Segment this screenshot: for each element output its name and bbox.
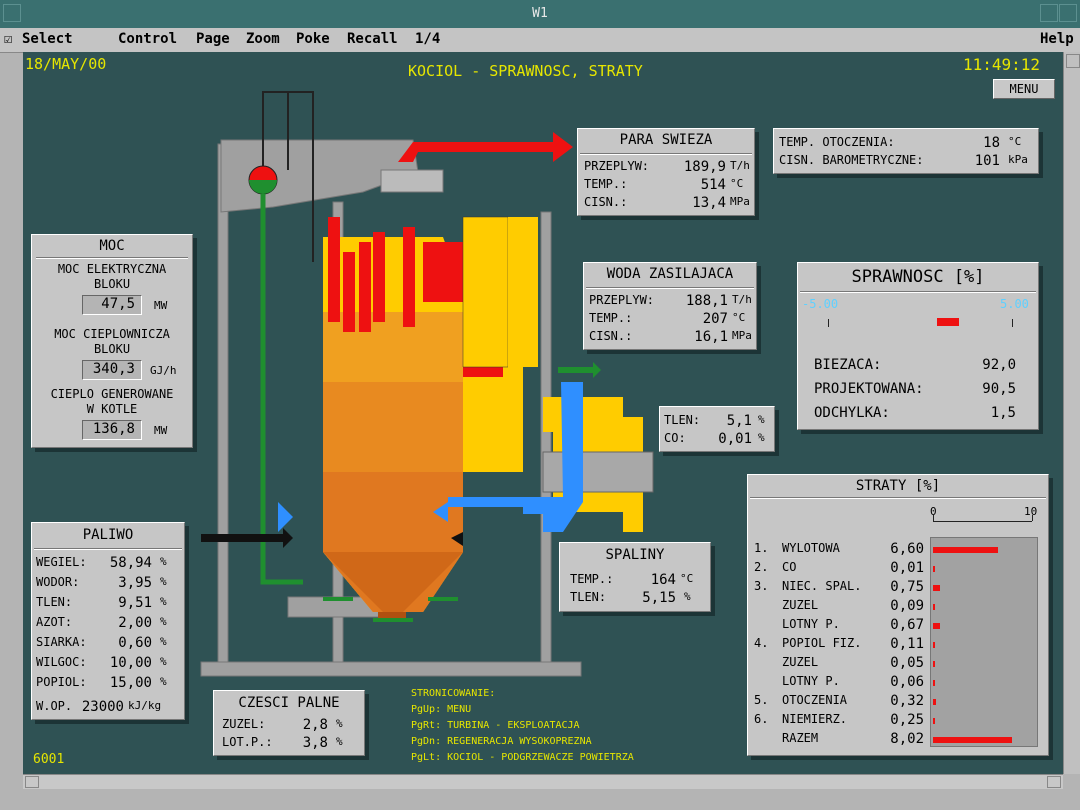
menu-zoom[interactable]: Zoom [246, 31, 280, 47]
straty-bar [933, 661, 935, 667]
menu-page[interactable]: Page [196, 31, 230, 47]
scale-min: -5.00 [802, 297, 839, 311]
menu-control[interactable]: Control [118, 31, 177, 47]
paging-title: STRONICOWANIE: [411, 688, 496, 699]
fuel-arrow [201, 528, 293, 548]
menu-select[interactable]: Select [22, 31, 73, 47]
window-title: W1 [532, 6, 548, 21]
woda-zasilajaca-panel: WODA ZASILAJACA PRZEPLYW: 188,1 T/h TEMP… [583, 262, 757, 350]
straty-bar [933, 680, 935, 686]
panel-title: PARA SWIEZA [619, 132, 713, 148]
feedwater-arrow [558, 362, 601, 378]
menu-help[interactable]: Help [1040, 31, 1074, 47]
title-bar[interactable]: W1 [0, 0, 1080, 29]
moc-panel: MOC MOC ELEKTRYCZNA BLOKU 47,5 MW MOC CI… [31, 234, 193, 448]
roof-structure [380, 169, 444, 193]
straty-bar [933, 604, 935, 610]
burner-arrow [278, 502, 293, 532]
moc-heat-value: 340,3 [82, 360, 142, 380]
page-number: 1/4 [415, 31, 441, 47]
menu-poke[interactable]: Poke [296, 31, 330, 47]
scale-tick-min [828, 319, 829, 327]
application-window: W1 ☑ Select Control Page Zoom Poke Recal… [0, 0, 1080, 810]
straty-bar [933, 699, 936, 705]
czesci-palne-panel: CZESCI PALNE ZUZEL: 2,8 % LOT.P.: 3,8 % [213, 690, 365, 756]
menu-bar: ☑ Select Control Page Zoom Poke Recall 1… [0, 28, 1080, 53]
straty-bar [933, 737, 1012, 743]
straty-axis-max: 10 [1024, 505, 1038, 518]
paliwo-panel: PALIWO WEGIEL: 58,94% WODOR: 3,95% TLEN: 9,51… [31, 522, 185, 720]
straty-bar [933, 718, 935, 724]
scroll-left-icon[interactable] [25, 776, 39, 788]
display-code: 6001 [33, 752, 65, 767]
straty-bar [933, 547, 998, 553]
frame-base [200, 661, 582, 677]
menu-recall[interactable]: Recall [347, 31, 398, 47]
divider [580, 153, 752, 155]
scale-max: 5.00 [1000, 297, 1029, 311]
straty-bar [933, 585, 940, 591]
horizontal-scrollbar[interactable] [23, 774, 1063, 789]
paging-line[interactable]: PgRt: TURBINA - EKSPLOATACJA [411, 720, 580, 731]
paging-line[interactable]: PgLt: KOCIOL - PODGRZEWACZE POWIETRZA [411, 752, 634, 763]
minimize-icon[interactable] [1040, 4, 1058, 22]
straty-bar [933, 642, 935, 648]
maximize-icon[interactable] [1059, 4, 1077, 22]
para-swieza-panel: PARA SWIEZA PRZEPLYW: 189,9 T/h TEMP.: 5… [577, 128, 755, 216]
straty-bar [933, 566, 935, 572]
steam-outlet-arrow [398, 132, 573, 162]
select-checkbox-icon[interactable]: ☑ [4, 31, 12, 47]
vertical-scrollbar[interactable] [1063, 52, 1080, 774]
spaliny-panel: SPALINY TEMP.: 164 °C TLEN: 5,15 % [559, 542, 711, 612]
scroll-right-icon[interactable] [1047, 776, 1061, 788]
deviation-bar [937, 318, 959, 326]
paging-line[interactable]: PgDn: REGENERACJA WYSOKOPREZNA [411, 736, 592, 747]
regenerative-air-heater [542, 451, 654, 493]
sprawnosc-panel: SPRAWNOSC [%] -5.00 5.00 BIEZACA: 92,0 P… [797, 262, 1039, 430]
straty-axis-line [933, 521, 1032, 522]
scroll-up-icon[interactable] [1066, 54, 1080, 68]
paging-line[interactable]: PgUp: MENU [411, 704, 471, 715]
moc-electric-value: 47,5 [82, 295, 142, 315]
ambient-panel: TEMP. OTOCZENIA: 18 °C CISN. BAROMETRYCZ… [773, 128, 1039, 174]
straty-bar-area [930, 537, 1038, 747]
frame-column-right [540, 211, 552, 663]
frame-column-left [217, 143, 229, 665]
straty-bar [933, 623, 940, 629]
moc-boiler-value: 136,8 [82, 420, 142, 440]
straty-panel: STRATY [%] 0 10 1. WYLOTOWA 6,60 2. CO 0,01 3.… [747, 474, 1049, 756]
scada-display: 18/MAY/00 KOCIOL - SPRAWNOSC, STRATY 11:… [23, 52, 1063, 774]
scale-tick-max [1012, 319, 1013, 327]
tlen-co-panel: TLEN: 5,1 % CO: 0,01 % [659, 406, 775, 452]
